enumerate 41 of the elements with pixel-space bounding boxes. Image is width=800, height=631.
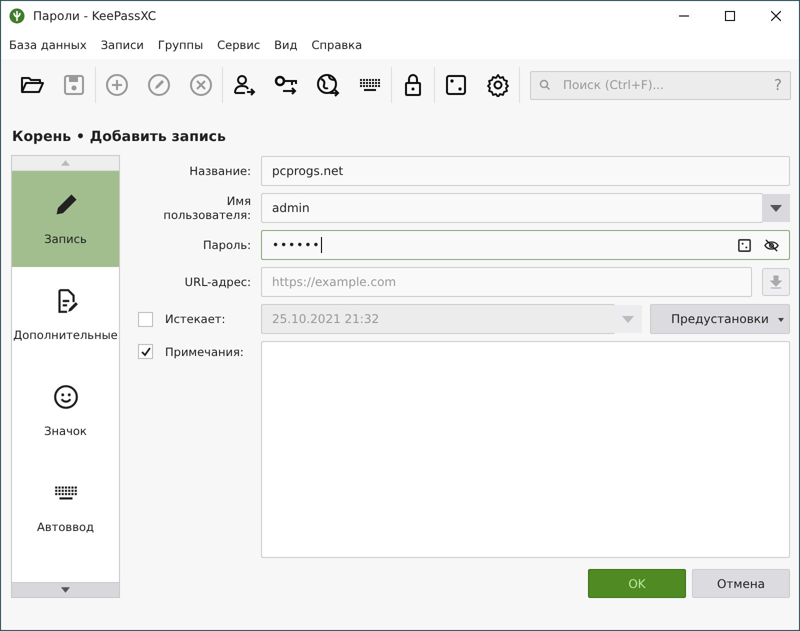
hidden-eye-icon[interactable] — [764, 238, 779, 252]
expires-checkbox[interactable] — [138, 312, 153, 326]
globe-icon[interactable] — [316, 73, 340, 97]
field-label: URL-адрес: — [184, 275, 251, 289]
title-field[interactable]: pcprogs.net — [261, 156, 790, 186]
notes-checkbox[interactable] — [138, 344, 153, 359]
presets-button[interactable]: Предустановки — [650, 304, 790, 334]
app-logo-icon — [9, 8, 25, 24]
scroll-down-icon[interactable] — [61, 587, 70, 593]
field-label: Истекает: — [165, 312, 226, 326]
category-item[interactable]: Запись — [12, 171, 119, 267]
field-label: Имя пользователя: — [163, 194, 251, 222]
cancel-button[interactable]: Отмена — [692, 569, 790, 598]
field-label: Пароль: — [202, 238, 251, 252]
maximize-icon[interactable] — [725, 11, 735, 21]
page-heading: Корень • Добавить запись — [11, 128, 227, 147]
smiley-icon — [52, 384, 78, 410]
notes-field[interactable] — [261, 341, 790, 558]
category-item[interactable]: Значок — [12, 363, 119, 459]
window-title: Пароли - KeePassXC — [33, 9, 156, 23]
field-label: Название: — [189, 164, 251, 178]
menu-item[interactable]: Группы — [158, 38, 204, 52]
menu-item[interactable]: Записи — [100, 38, 144, 52]
dropdown-button[interactable] — [762, 193, 790, 223]
category-item[interactable]: Автоввод — [12, 459, 119, 555]
dice-icon[interactable] — [444, 73, 468, 97]
key-icon[interactable] — [274, 73, 298, 97]
field-label: Примечания: — [165, 344, 244, 358]
category-item[interactable]: Дополнительные — [12, 267, 119, 363]
search-icon — [539, 79, 551, 91]
password-field[interactable]: •••••• — [261, 230, 790, 260]
url-field[interactable]: https://example.com — [261, 267, 752, 297]
dice-icon[interactable] — [737, 238, 752, 252]
menu-item[interactable]: Справка — [311, 38, 362, 52]
username-field[interactable]: admin — [261, 193, 763, 223]
menu-item[interactable]: База данных — [9, 38, 87, 52]
menu-item[interactable]: Сервис — [217, 38, 260, 52]
close-icon[interactable] — [771, 11, 781, 21]
menu-item[interactable]: Вид — [274, 38, 298, 52]
settings-icon[interactable] — [486, 73, 510, 97]
user-arrow-icon[interactable] — [232, 73, 256, 97]
